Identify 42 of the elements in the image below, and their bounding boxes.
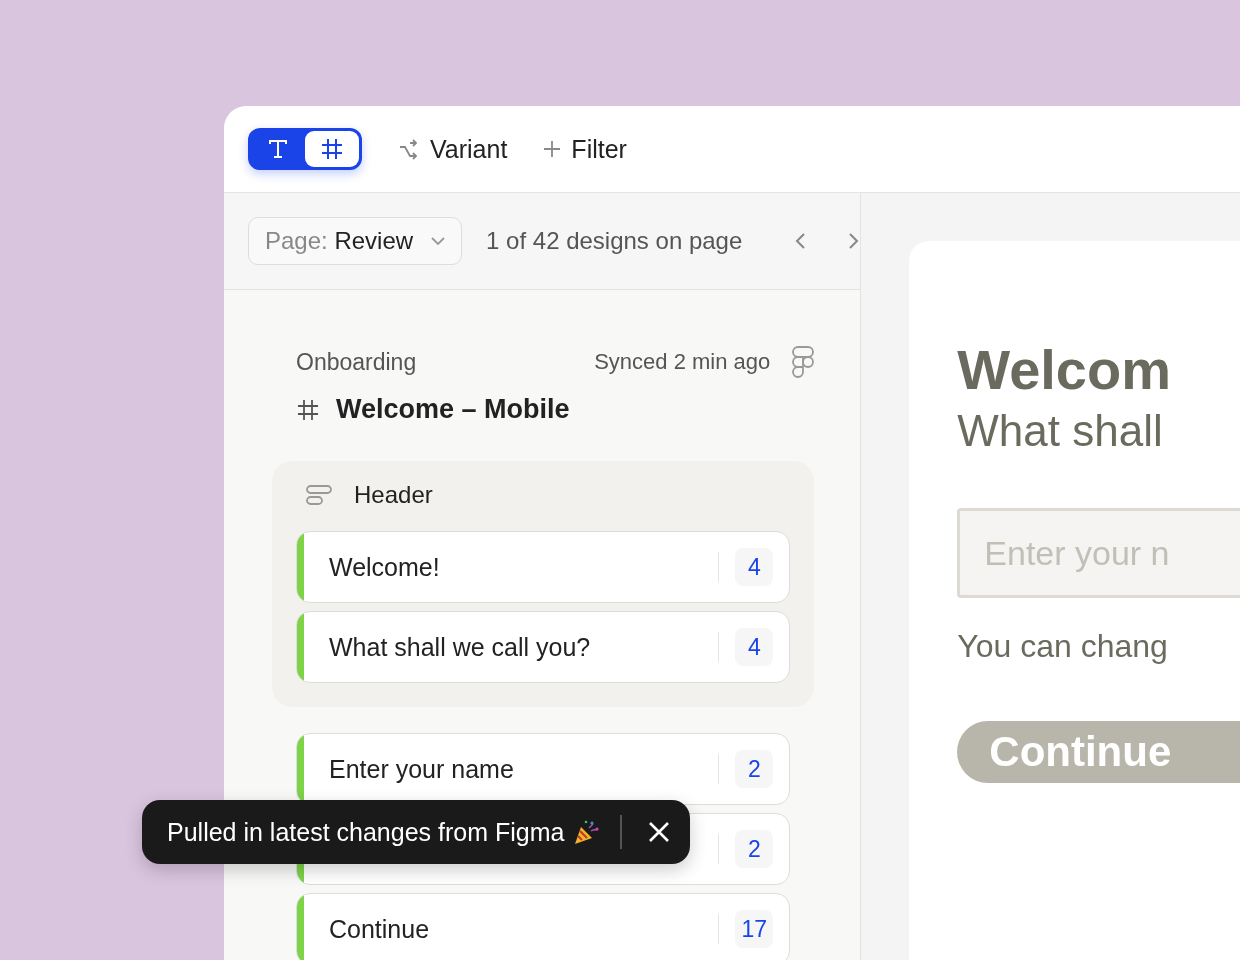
variant-button[interactable]: Variant	[398, 134, 508, 164]
close-icon[interactable]	[648, 821, 671, 843]
previous-icon[interactable]	[794, 232, 807, 250]
text-layer-row[interactable]: What shall we call you? 4	[296, 611, 791, 683]
layer-text: What shall we call you?	[328, 632, 592, 662]
preview-title: Welcom	[957, 337, 1172, 402]
page-dropdown[interactable]: Page: Review	[248, 217, 463, 265]
design-title: Welcome – Mobile	[336, 394, 570, 425]
preview-subtitle: What shall	[957, 406, 1164, 456]
usage-count: 2	[735, 750, 774, 788]
layer-text: Enter your name	[328, 754, 515, 784]
usage-count: 4	[735, 548, 774, 586]
text-layer-row[interactable]: Enter your name 2	[296, 733, 791, 805]
toast-message: Pulled in latest changes from Figma	[167, 817, 565, 847]
section-name: Onboarding	[296, 348, 418, 376]
text-layer-row[interactable]: Welcome! 4	[296, 531, 791, 603]
usage-count: 2	[735, 830, 774, 868]
frame-icon	[296, 397, 320, 422]
next-icon[interactable]	[848, 232, 861, 250]
layer-text: Welcome!	[328, 552, 441, 582]
party-popper-icon	[572, 818, 601, 846]
layer-text: Continue	[328, 914, 431, 944]
frame-icon	[320, 137, 344, 161]
shuffle-icon	[398, 138, 420, 160]
text-icon	[267, 138, 289, 160]
status-strip	[297, 612, 304, 682]
usage-count: 4	[735, 628, 774, 666]
sync-status: Synced 2 min ago	[594, 349, 771, 375]
status-strip	[297, 894, 304, 960]
group-name: Header	[354, 481, 433, 509]
design-counter: 1 of 42 designs on page	[486, 227, 743, 255]
status-strip	[297, 532, 304, 602]
usage-count: 17	[735, 910, 774, 948]
frame-mode-button[interactable]	[305, 131, 359, 167]
text-layer-row[interactable]: Continue 17	[296, 893, 791, 960]
filter-button[interactable]: Filter	[543, 134, 627, 164]
layers-icon	[306, 485, 332, 505]
plus-icon	[543, 140, 562, 158]
chevron-down-icon	[431, 236, 446, 246]
preview-helper-text: You can chang	[957, 628, 1169, 665]
mode-toggle[interactable]	[248, 128, 362, 170]
figma-icon	[792, 346, 815, 378]
